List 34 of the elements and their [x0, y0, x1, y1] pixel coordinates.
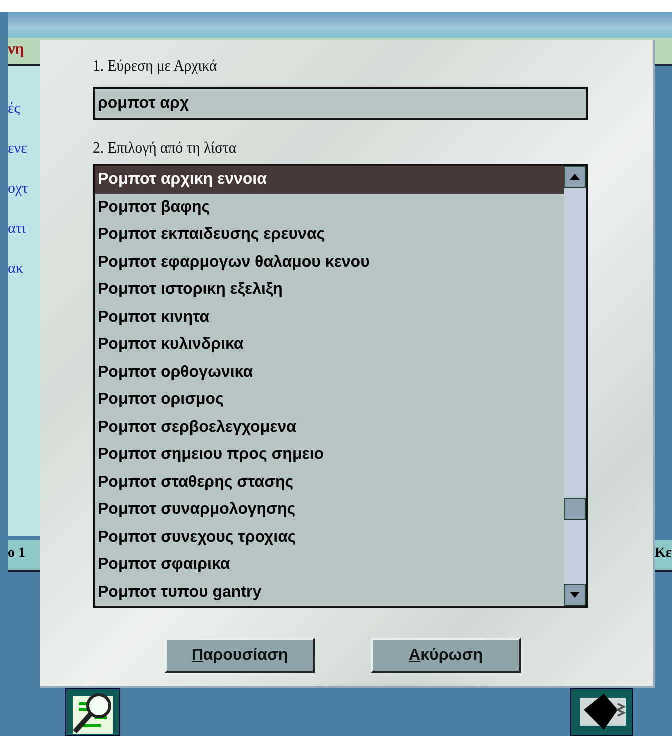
tab-label[interactable]: ο 1 — [8, 540, 40, 572]
list-item[interactable]: Ρομποτ σφαιρικα — [95, 551, 564, 578]
list-item[interactable]: Ρομποτ σταθερης στασης — [95, 468, 564, 496]
list-item[interactable]: Ρομποτ αρχικη εννοια — [95, 166, 564, 194]
side-text: οχτ — [8, 180, 30, 199]
list-item[interactable]: Ρομποτ εκπαιδευσης ερευνας — [95, 221, 564, 248]
tab-label[interactable]: Κε — [655, 540, 672, 572]
list-item[interactable]: Ρομποτ ιστορικη εξελιξη — [95, 276, 564, 304]
side-text: ές — [8, 100, 22, 119]
list-label: 2. Επιλογή από τη λίστα — [93, 139, 238, 159]
list-item[interactable]: Ρομποτ ορισμος — [95, 386, 564, 414]
side-text: ακ — [8, 260, 24, 279]
list-item[interactable]: Ρομποτ κυλινδρικα — [95, 331, 564, 358]
scroll-down-button[interactable] — [564, 584, 586, 606]
list-item[interactable]: Ρομποτ τυπου gantry — [95, 578, 564, 606]
scroll-thumb[interactable] — [564, 498, 586, 520]
list-item[interactable]: Ρομποτ κινητα — [95, 304, 564, 331]
list-item[interactable]: Ρομποτ συνεχους τροχιας — [95, 524, 564, 551]
list-item[interactable]: Ρομποτ βαφης — [95, 194, 564, 221]
header-text: νη — [8, 40, 24, 60]
list-item[interactable]: Ρομποτ ορθογωνικα — [95, 358, 564, 386]
search-field[interactable]: ρομποτ αρχ — [93, 87, 588, 120]
side-text: ατι — [8, 220, 27, 239]
dialog-button[interactable]: Ακύρωση — [371, 638, 521, 673]
list-item[interactable]: Ρομποτ εφαρμογων θαλαμου κενου — [95, 248, 564, 276]
list-item[interactable]: Ρομποτ σερβοελεγχομενα — [95, 414, 564, 441]
scrollbar[interactable] — [564, 166, 586, 606]
list-item[interactable]: Ρομποτ συναρμολογησης — [95, 496, 564, 524]
magnifier-icon[interactable] — [65, 688, 121, 736]
list-item[interactable]: Ρομποτ σημειου προς σημειο — [95, 441, 564, 468]
search-label: 1. Εύρεση με Αρχικά — [93, 57, 218, 77]
dialog-button[interactable]: Παρουσίαση — [165, 638, 315, 673]
side-text: ενε — [8, 140, 28, 159]
scroll-up-button[interactable] — [564, 166, 586, 188]
